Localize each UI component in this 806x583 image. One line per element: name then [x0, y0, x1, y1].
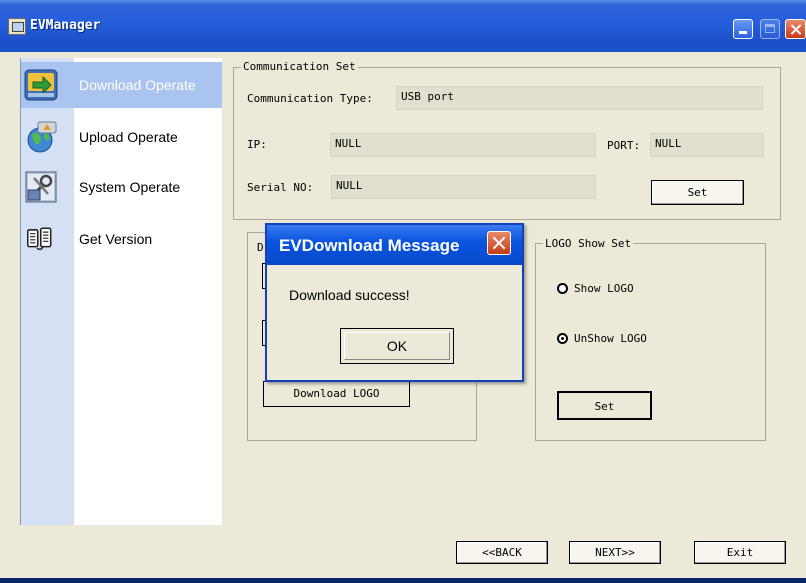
communication-set-label: Communication Set	[241, 60, 358, 73]
sidebar: Download Operate Upload Operate System O…	[20, 58, 222, 525]
dialog-close-button[interactable]	[487, 231, 511, 255]
communication-type-label: Communication Type:	[247, 92, 373, 105]
unshow-logo-radio[interactable]	[557, 333, 568, 344]
app-icon	[8, 18, 26, 35]
dialog-titlebar: EVDownload Message	[267, 225, 522, 265]
sidebar-item-get-version[interactable]: Get Version	[21, 216, 222, 262]
logo-set-button[interactable]: Set	[557, 391, 652, 420]
sidebar-item-label: Get Version	[79, 231, 153, 247]
show-logo-radio[interactable]	[557, 283, 568, 294]
serial-no-field[interactable]: NULL	[331, 175, 596, 199]
close-button[interactable]	[785, 19, 806, 39]
ok-button-label: OK	[386, 338, 408, 354]
version-icon	[27, 227, 52, 251]
show-logo-label: Show LOGO	[574, 282, 634, 295]
port-field[interactable]: NULL	[650, 133, 764, 157]
sidebar-item-system-operate[interactable]: System Operate	[21, 164, 222, 210]
minimize-button[interactable]	[733, 19, 753, 39]
sidebar-item-label: System Operate	[79, 179, 181, 195]
exit-button[interactable]: Exit	[694, 541, 786, 564]
download-message-dialog: EVDownload Message Download success! OK	[265, 223, 524, 382]
window-title: EVManager	[30, 18, 101, 33]
sidebar-item-upload-operate[interactable]: Upload Operate	[21, 114, 222, 160]
communication-type-field[interactable]: USB port	[396, 86, 763, 110]
next-button[interactable]: NEXT>>	[569, 541, 661, 564]
sidebar-item-label: Download Operate	[79, 77, 196, 93]
maximize-button[interactable]	[760, 19, 780, 39]
window-titlebar: EVManager	[0, 0, 806, 52]
ip-field[interactable]: NULL	[330, 133, 596, 157]
port-label: PORT:	[607, 139, 641, 152]
back-button[interactable]: <<BACK	[456, 541, 548, 564]
window-bottom-border	[0, 578, 806, 583]
sidebar-item-label: Upload Operate	[79, 129, 178, 145]
system-tools-icon	[25, 171, 57, 203]
logo-show-set-label: LOGO Show Set	[543, 237, 634, 250]
ok-button[interactable]: OK	[340, 328, 454, 364]
dialog-title: EVDownload Message	[279, 236, 460, 255]
communication-set-button[interactable]: Set	[651, 180, 744, 205]
unshow-logo-label: UnShow LOGO	[574, 332, 647, 345]
dialog-message: Download success!	[289, 287, 410, 303]
ip-label: IP:	[247, 138, 267, 151]
serial-no-label: Serial NO:	[247, 181, 314, 194]
globe-upload-icon	[27, 121, 57, 153]
download-icon	[24, 69, 58, 101]
sidebar-item-download-operate[interactable]: Download Operate	[21, 62, 222, 108]
download-logo-button[interactable]: Download LOGO	[263, 381, 410, 407]
